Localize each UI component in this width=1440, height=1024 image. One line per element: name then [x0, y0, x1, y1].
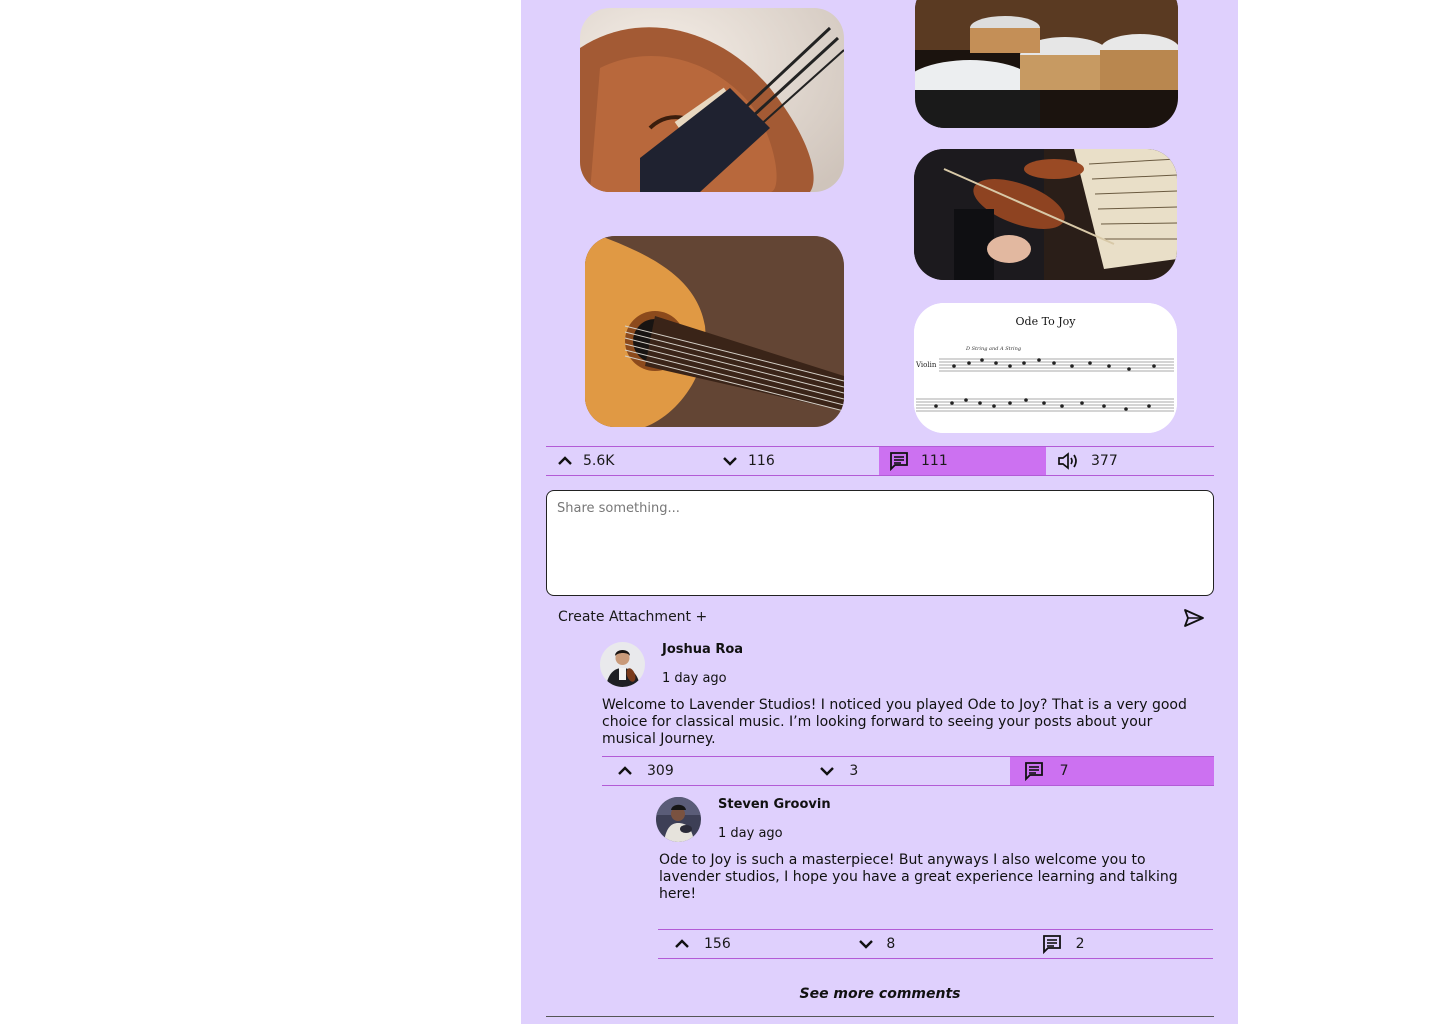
comment-text: Welcome to Lavender Studios! I noticed y…: [602, 697, 1187, 747]
upvote-button[interactable]: 5.6K: [546, 447, 714, 475]
upvote-button[interactable]: 156: [658, 930, 845, 958]
divider: [546, 1016, 1214, 1017]
replies-button[interactable]: 2: [1030, 930, 1213, 958]
downvote-count: 3: [849, 763, 859, 779]
guitar-image[interactable]: [585, 236, 844, 427]
chevron-up-icon: [558, 456, 572, 465]
chevron-down-icon: [820, 767, 835, 776]
downvote-button[interactable]: 3: [807, 757, 1009, 785]
chevron-up-icon: [675, 939, 689, 948]
post-stats-bar: 5.6K 116 111 377: [546, 446, 1214, 476]
downvote-button[interactable]: 8: [845, 930, 1029, 958]
comment-author[interactable]: Joshua Roa: [662, 642, 743, 657]
share-input[interactable]: [557, 501, 1203, 585]
upvote-count: 156: [704, 936, 731, 952]
chevron-down-icon: [723, 457, 737, 466]
avatar-steven[interactable]: [656, 797, 701, 842]
sheet-instrument: Violin: [916, 361, 937, 369]
comment-stats-bar: 156 8 2: [658, 929, 1213, 959]
chevron-down-icon: [859, 940, 874, 949]
replies-button[interactable]: 7: [1009, 757, 1214, 785]
listen-button[interactable]: 377: [1046, 447, 1214, 475]
reply-count: 2: [1075, 936, 1085, 952]
reply-count: 7: [1059, 763, 1069, 779]
comment-time: 1 day ago: [718, 826, 783, 841]
create-attachment-button[interactable]: Create Attachment +: [558, 609, 707, 625]
upvote-button[interactable]: 309: [602, 757, 807, 785]
comment-icon: [1024, 762, 1043, 781]
sheet-title: Ode To Joy: [1015, 315, 1076, 328]
send-icon[interactable]: [1183, 608, 1205, 628]
comments-button[interactable]: 111: [879, 447, 1046, 475]
comment-text: Ode to Joy is such a masterpiece! But an…: [659, 852, 1178, 902]
violin-image[interactable]: [580, 8, 844, 192]
listen-count: 377: [1091, 453, 1118, 469]
chevron-up-icon: [618, 766, 632, 775]
downvote-count: 8: [886, 936, 896, 952]
sheet-music-image[interactable]: Ode To Joy D String and A String Violin: [914, 303, 1177, 433]
downvote-button[interactable]: 116: [714, 447, 879, 475]
orchestra-image[interactable]: [914, 149, 1177, 280]
sheet-note: D String and A String: [966, 346, 1022, 352]
comment-author[interactable]: Steven Groovin: [718, 797, 831, 812]
comment-stats-bar: 309 3 7: [602, 756, 1214, 786]
upvote-count: 309: [647, 763, 674, 779]
see-more-comments-link[interactable]: See more comments: [546, 986, 1214, 1002]
comment-icon: [890, 452, 908, 471]
downvote-count: 116: [748, 453, 775, 469]
comment-count: 111: [921, 453, 948, 469]
comment-icon: [1042, 935, 1061, 954]
upvote-count: 5.6K: [583, 453, 615, 469]
drums-image[interactable]: [915, 0, 1178, 128]
avatar-joshua[interactable]: [600, 642, 645, 687]
comment-time: 1 day ago: [662, 671, 727, 686]
speaker-icon: [1058, 452, 1077, 470]
share-box: [546, 490, 1214, 596]
